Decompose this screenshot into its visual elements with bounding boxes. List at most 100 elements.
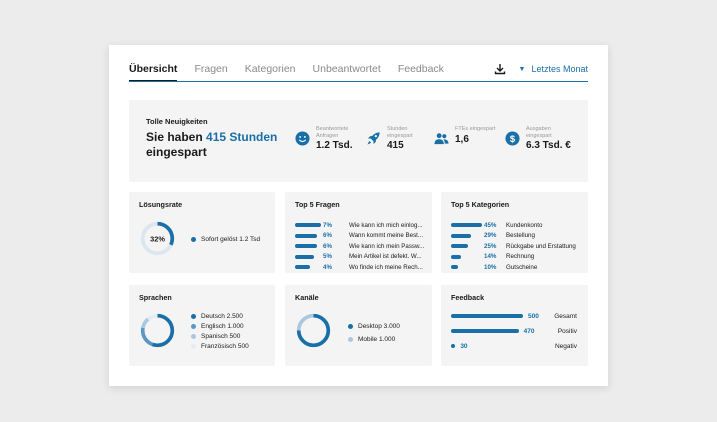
panel-feedback: Feedback 500 Gesamt 470 Positiv 30 Negativ xyxy=(441,285,588,366)
download-icon[interactable] xyxy=(494,63,506,75)
stat-label: FTEs eingespart xyxy=(455,126,496,132)
bar-percent: 6% xyxy=(323,242,332,250)
stat-ausgaben: $ Ausgaben eingespart 6.3 Tsd. € xyxy=(505,126,571,151)
bar-fill xyxy=(451,244,469,249)
legend-item: Englisch 1.000 xyxy=(191,321,249,331)
bar-label: Wann kommt meine Best... xyxy=(349,232,424,240)
rocket-icon xyxy=(367,132,380,145)
legend-item: Mobile 1.000 xyxy=(348,333,400,346)
legend-label: Deutsch 2.500 xyxy=(201,312,243,320)
stat-value: 6.3 Tsd. € xyxy=(526,140,571,151)
chevron-down-icon: ▼ xyxy=(518,65,526,73)
tab-kategorien[interactable]: Kategorien xyxy=(245,63,296,82)
legend-item: Spanisch 500 xyxy=(191,331,249,341)
bar-track xyxy=(295,254,321,259)
feedback-label: Negativ xyxy=(554,342,577,350)
bar-fill xyxy=(295,254,314,259)
svg-text:$: $ xyxy=(510,134,516,144)
period-dropdown[interactable]: ▼ Letztes Monat xyxy=(519,64,588,74)
stat-stunden: Stunden eingespart 415 xyxy=(366,126,429,151)
stat-value: 1,6 xyxy=(455,133,469,145)
tab-unbeantwortet[interactable]: Unbeantwortet xyxy=(313,63,381,82)
feedback-label: Gesamt xyxy=(554,312,577,320)
bar-track xyxy=(295,265,321,270)
bar-fill xyxy=(451,265,458,270)
channel-donut xyxy=(296,313,331,348)
dollar-icon: $ xyxy=(505,131,520,146)
feedback-bar xyxy=(451,314,523,318)
bar-track xyxy=(295,233,321,238)
stat-beantwortete: Beantwortete Anfragen 1.2 Tsd. xyxy=(295,126,358,151)
bar-fill xyxy=(451,223,482,228)
language-donut xyxy=(140,313,175,348)
dashboard-card: Übersicht Fragen Kategorien Unbeantworte… xyxy=(109,45,608,386)
panel-title: Lösungsrate xyxy=(139,200,183,209)
bar-label: Wie kann ich mein Passw... xyxy=(349,242,425,250)
panel-title: Top 5 Fragen xyxy=(295,200,340,209)
legend-item: Desktop 3.000 xyxy=(348,320,400,333)
feedback-row[interactable]: 30 Negativ xyxy=(451,341,577,351)
bar-label: Bestellung xyxy=(506,232,535,240)
bar-percent: 14% xyxy=(484,253,497,261)
panel-loesungsrate: Lösungsrate 32% Sofort gelöst 1.2 Tsd xyxy=(129,192,275,273)
hero-title-post: eingespart xyxy=(146,145,207,159)
bar-percent: 25% xyxy=(484,242,497,250)
bar-row[interactable]: 14% Rechnung xyxy=(451,252,582,263)
legend-label: Mobile 1.000 xyxy=(358,336,396,343)
people-icon xyxy=(434,133,449,145)
bar-fill xyxy=(451,233,471,238)
bar-fill xyxy=(295,265,310,270)
panel-title: Kanäle xyxy=(295,293,319,302)
hero-kicker: Tolle Neuigkeiten xyxy=(146,117,208,126)
tab-divider xyxy=(129,81,588,82)
bar-label: Rechnung xyxy=(506,253,535,261)
legend-dot xyxy=(191,323,196,329)
bar-row[interactable]: 6% Wann kommt meine Best... xyxy=(295,231,425,242)
bar-track xyxy=(295,223,321,228)
bar-row[interactable]: 45% Kundenkonto xyxy=(451,220,582,231)
feedback-row[interactable]: 470 Positiv xyxy=(451,326,577,336)
smiley-icon xyxy=(295,131,310,146)
language-legend: Deutsch 2.500 Englisch 1.000 Spanisch 500 F… xyxy=(191,311,249,351)
legend-dot xyxy=(191,236,196,242)
bar-row[interactable]: 4% Wo finde ich meine Rech... xyxy=(295,262,425,273)
bar-percent: 10% xyxy=(484,263,497,271)
legend-label: Spanisch 500 xyxy=(201,332,241,340)
bar-track xyxy=(295,244,321,249)
legend-dot xyxy=(191,343,196,349)
bar-label: Rückgabe und Erstattung xyxy=(506,242,576,250)
feedback-value: 30 xyxy=(460,342,468,350)
bar-row[interactable]: 7% Wie kann ich mich einlog... xyxy=(295,220,425,231)
bar-percent: 4% xyxy=(323,263,332,271)
bar-row[interactable]: 6% Wie kann ich mein Passw... xyxy=(295,241,425,252)
tab-bar: Übersicht Fragen Kategorien Unbeantworte… xyxy=(129,63,461,82)
bar-label: Gutscheine xyxy=(506,263,538,271)
panel-top-kategorien: Top 5 Kategorien 45% Kundenkonto 29% Bestel… xyxy=(441,192,588,273)
panel-sprachen: Sprachen Deutsch 2.500 Englisch 1.000 Span… xyxy=(129,285,275,366)
hero-title-highlight: 415 Stunden xyxy=(206,130,278,144)
legend-label: Sofort gelöst 1.2 Tsd xyxy=(201,235,261,243)
legend-label: Englisch 1.000 xyxy=(201,322,244,330)
stat-label: Beantwortete Anfragen xyxy=(316,126,349,139)
bar-track xyxy=(451,254,482,259)
hero-title: Sie haben 415 Stunden eingespart xyxy=(146,130,296,160)
tab-feedback[interactable]: Feedback xyxy=(398,63,444,82)
bar-row[interactable]: 25% Rückgabe und Erstattung xyxy=(451,241,582,252)
bar-row[interactable]: 10% Gutscheine xyxy=(451,262,582,273)
stat-value: 415 xyxy=(387,140,404,151)
stat-label: Ausgaben eingespart xyxy=(526,126,552,139)
stat-ftes: FTEs eingespart 1,6 xyxy=(434,126,497,146)
bar-percent: 45% xyxy=(484,221,497,229)
legend-dot xyxy=(191,313,196,319)
panel-title: Feedback xyxy=(451,293,485,302)
bar-row[interactable]: 29% Bestellung xyxy=(451,231,582,242)
tab-fragen[interactable]: Fragen xyxy=(194,63,227,82)
feedback-value: 470 xyxy=(523,327,535,335)
tab-uebersicht[interactable]: Übersicht xyxy=(129,63,178,82)
period-label: Letztes Monat xyxy=(531,64,588,74)
kategorien-list: 45% Kundenkonto 29% Bestellung 25% Rückgabe u… xyxy=(451,220,582,273)
feedback-label: Positiv xyxy=(557,327,577,335)
feedback-row[interactable]: 500 Gesamt xyxy=(451,311,577,321)
bar-track xyxy=(451,265,482,270)
bar-row[interactable]: 5% Mein Artikel ist defekt. W... xyxy=(295,252,425,263)
